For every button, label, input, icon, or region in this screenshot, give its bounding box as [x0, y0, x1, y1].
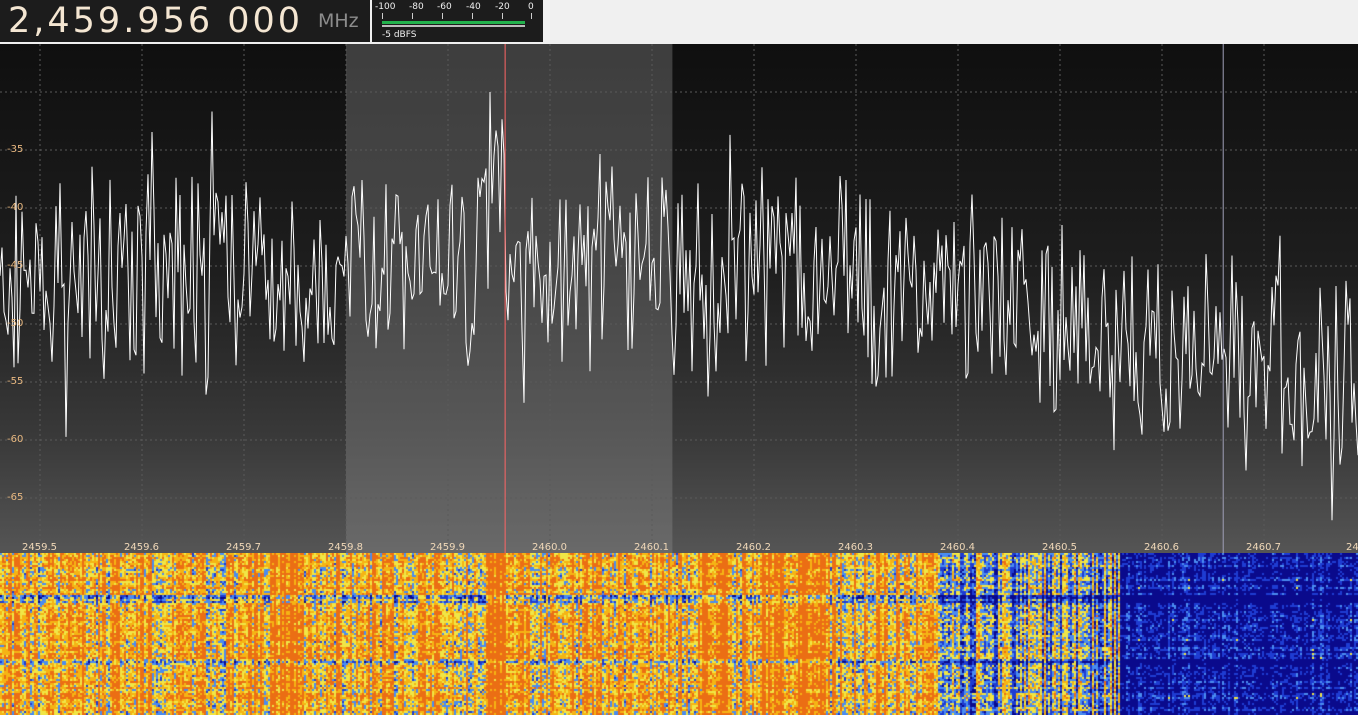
meter-tick [382, 13, 383, 19]
x-axis-label: 2460.0 [532, 542, 567, 553]
meter-tick [442, 13, 443, 19]
x-axis-label: 2459.9 [430, 542, 465, 553]
x-axis-label: 2460.7 [1246, 542, 1281, 553]
meter-scale-label: -80 [409, 2, 424, 12]
y-axis-label: -40 [7, 202, 24, 213]
filter-bandwidth-region[interactable] [346, 44, 673, 553]
meter-scale-label: -60 [437, 2, 452, 12]
x-axis-label: 2460.1 [634, 542, 669, 553]
meter-scale-label: 0 [528, 2, 534, 12]
meter-dbfs-readout: -5 dBFS [382, 30, 417, 40]
x-axis-label: 2460.4 [940, 542, 975, 553]
meter-scale-label: -100 [375, 2, 396, 12]
spectrum-canvas[interactable] [0, 44, 1358, 553]
spectrum-trace [0, 91, 1358, 521]
meter-level-bar [382, 21, 525, 24]
x-axis-label: 2460.2 [736, 542, 771, 553]
meter-peak-bar [382, 25, 525, 27]
x-axis-label: 2459.6 [124, 542, 159, 553]
y-axis-label: -55 [7, 376, 24, 387]
meter-tick [472, 13, 473, 19]
x-axis-label: 2459.7 [226, 542, 261, 553]
meter-scale-label: -40 [466, 2, 481, 12]
y-axis-label: -60 [7, 434, 24, 445]
y-axis-label: -35 [7, 144, 24, 155]
meter-tick [502, 13, 503, 19]
meter-scale-label: -20 [495, 2, 510, 12]
x-axis-label: 24 [1346, 542, 1358, 553]
frequency-digits[interactable]: 2,459.956 000 [8, 0, 303, 42]
meter-tick [412, 13, 413, 19]
signal-meter: -100 -80 -60 -40 -20 0 -5 dBFS [372, 0, 543, 42]
y-axis-label: -50 [7, 318, 24, 329]
frequency-display[interactable]: 2,459.956 000 MHz [0, 0, 370, 42]
top-bar: 2,459.956 000 MHz -100 -80 -60 -40 -20 0… [0, 0, 1358, 44]
y-axis-label: -65 [7, 492, 24, 503]
x-axis-label: 2459.5 [22, 542, 57, 553]
x-axis-label: 2460.3 [838, 542, 873, 553]
meter-tick [531, 13, 532, 19]
frequency-unit: MHz [318, 10, 359, 32]
x-axis-label: 2459.8 [328, 542, 363, 553]
y-axis-label: -45 [7, 260, 24, 271]
waterfall-display[interactable] [0, 553, 1358, 715]
x-axis-label: 2460.5 [1042, 542, 1077, 553]
spectrum-plot[interactable]: -35 -40 -45 -50 -55 -60 -65 2459.5 2459.… [0, 44, 1358, 553]
waterfall-canvas[interactable] [0, 553, 1358, 715]
x-axis-label: 2460.6 [1144, 542, 1179, 553]
